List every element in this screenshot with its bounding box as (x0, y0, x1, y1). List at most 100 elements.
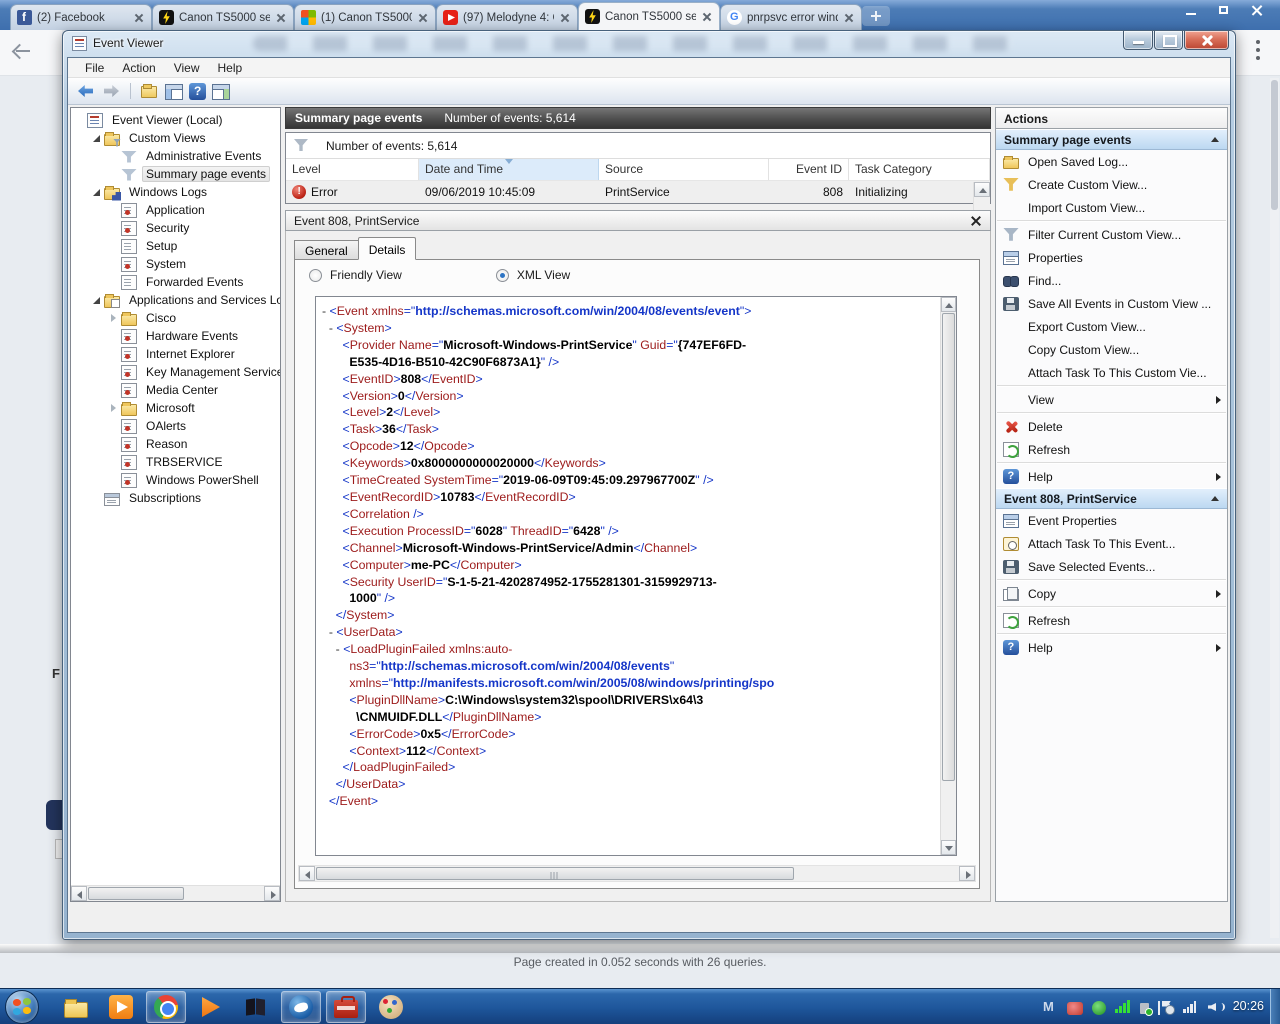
tab-close-icon[interactable] (843, 12, 855, 24)
xml-scrollbar-thumb[interactable] (942, 313, 955, 781)
browser-tab-2-facebook[interactable]: (2) Facebook (10, 4, 152, 30)
tree-item-windows-powershell[interactable]: Windows PowerShell (71, 471, 280, 489)
tree-item-windows-logs[interactable]: Windows Logs (71, 183, 280, 201)
window-titlebar[interactable]: Event Viewer (63, 31, 1235, 57)
page-scrollbar[interactable] (1270, 78, 1279, 938)
tray-flag-icon[interactable] (1158, 1001, 1174, 1015)
taskbar-wmp-icon[interactable] (101, 991, 141, 1023)
action-help[interactable]: Help (996, 465, 1227, 488)
tree-item-administrative-events[interactable]: Administrative Events (71, 147, 280, 165)
action-properties[interactable]: Properties (996, 246, 1227, 269)
help-toolbar-icon[interactable] (189, 83, 206, 100)
action-event-properties[interactable]: Event Properties (996, 509, 1227, 532)
action-import-custom-view[interactable]: Import Custom View... (996, 196, 1227, 219)
taskbar-play-icon[interactable] (191, 991, 231, 1023)
action-open-saved-log[interactable]: Open Saved Log... (996, 150, 1227, 173)
collapse-arrow-icon[interactable] (92, 187, 102, 197)
action-copy[interactable]: Copy (996, 582, 1227, 605)
tray-idm-icon[interactable] (1092, 1001, 1106, 1015)
tree-scrollbar-thumb[interactable] (88, 887, 184, 900)
tree-item-summary-page-events[interactable]: Summary page events (71, 165, 280, 183)
scroll-left-button[interactable] (71, 886, 87, 901)
show-desktop-button[interactable] (1270, 989, 1280, 1024)
column-header-level[interactable]: Level (286, 159, 419, 180)
event-detail-close-icon[interactable] (970, 215, 982, 227)
tree-item-trbservice[interactable]: TRBSERVICE (71, 453, 280, 471)
browser-tab-97-melodyne-4-clea[interactable]: (97) Melodyne 4: Clea (436, 4, 578, 30)
start-button[interactable] (5, 990, 39, 1024)
expand-arrow-icon[interactable] (109, 313, 119, 323)
taskbar-clock[interactable]: 20:26 (1233, 999, 1264, 1013)
browser-menu-icon[interactable] (1256, 40, 1260, 64)
action-attach-task-to-this-event[interactable]: Attach Task To This Event... (996, 532, 1227, 555)
taskbar-blueapp-icon[interactable] (281, 991, 321, 1023)
action-save-all-events-in-custom-view[interactable]: Save All Events in Custom View ... (996, 292, 1227, 315)
action-filter-current-custom-view[interactable]: Filter Current Custom View... (996, 223, 1227, 246)
page-scrollbar-thumb[interactable] (1271, 80, 1278, 210)
tray-red-icon[interactable] (1067, 1002, 1083, 1015)
export-toolbar-icon[interactable] (139, 81, 159, 101)
tree-item-media-center[interactable]: Media Center (71, 381, 280, 399)
tree-item-application[interactable]: Application (71, 201, 280, 219)
tree-item-oalerts[interactable]: OAlerts (71, 417, 280, 435)
action-find[interactable]: Find... (996, 269, 1227, 292)
action-view[interactable]: View (996, 388, 1227, 411)
back-toolbar-icon[interactable] (76, 81, 96, 101)
actions-section-summary-page-events[interactable]: Summary page events (996, 129, 1227, 150)
collapse-section-icon[interactable] (1211, 496, 1219, 501)
browser-maximize-button[interactable] (1208, 0, 1238, 20)
tab-close-icon[interactable] (275, 12, 287, 24)
taskbar-chrome-icon[interactable] (146, 991, 186, 1023)
tray-usb-icon[interactable] (1140, 1003, 1149, 1014)
action-create-custom-view[interactable]: Create Custom View... (996, 173, 1227, 196)
column-header-source[interactable]: Source (599, 159, 769, 180)
scroll-up-button[interactable] (974, 182, 990, 197)
menu-item-action[interactable]: Action (113, 59, 164, 77)
window-minimize-button[interactable] (1123, 31, 1153, 50)
taskbar-book-icon[interactable] (236, 991, 276, 1023)
browser-tab-pnrpsvc-error-window[interactable]: pnrpsvc error window (720, 4, 862, 30)
action-refresh[interactable]: Refresh (996, 438, 1227, 461)
tray-sig-icon[interactable] (1115, 999, 1131, 1015)
details-scrollbar-thumb[interactable] (316, 867, 794, 880)
action-help[interactable]: Help (996, 636, 1227, 659)
action-refresh[interactable]: Refresh (996, 609, 1227, 632)
action-save-selected-events[interactable]: Save Selected Events... (996, 555, 1227, 578)
menu-item-help[interactable]: Help (209, 59, 252, 77)
scroll-up-button[interactable] (941, 297, 956, 312)
tree-item-applications-and-services-logs[interactable]: Applications and Services Logs (71, 291, 280, 309)
scroll-left-button[interactable] (299, 866, 315, 881)
radio-xml-view[interactable] (496, 269, 509, 282)
tree-item-key-management-service[interactable]: Key Management Service (71, 363, 280, 381)
tab-details[interactable]: Details (358, 237, 417, 260)
details-horizontal-scrollbar[interactable] (298, 865, 976, 882)
action-pane-toolbar-icon[interactable] (212, 84, 230, 100)
xml-vertical-scrollbar[interactable] (940, 297, 956, 855)
tree-item-subscriptions[interactable]: Subscriptions (71, 489, 280, 507)
tray-mb-icon[interactable] (1042, 999, 1058, 1015)
tree-item-system[interactable]: System (71, 255, 280, 273)
tab-close-icon[interactable] (133, 12, 145, 24)
collapse-section-icon[interactable] (1211, 137, 1219, 142)
new-tab-button[interactable] (862, 6, 890, 26)
column-header-event-id[interactable]: Event ID (769, 159, 849, 180)
tree-item-forwarded-events[interactable]: Forwarded Events (71, 273, 280, 291)
column-header-task-category[interactable]: Task Category (849, 159, 990, 180)
taskbar-toolbox-icon[interactable] (326, 991, 366, 1023)
tree-item-setup[interactable]: Setup (71, 237, 280, 255)
tree-horizontal-scrollbar[interactable] (71, 885, 280, 901)
action-delete[interactable]: Delete (996, 415, 1227, 438)
expand-arrow-icon[interactable] (109, 403, 119, 413)
scroll-right-button[interactable] (959, 866, 975, 881)
menu-item-file[interactable]: File (76, 59, 113, 77)
browser-tab-canon-ts5000-series[interactable]: Canon TS5000 series (152, 4, 294, 30)
scroll-right-button[interactable] (264, 886, 280, 901)
tree-item-microsoft[interactable]: Microsoft (71, 399, 280, 417)
menu-item-view[interactable]: View (165, 59, 209, 77)
tab-general[interactable]: General (294, 240, 359, 260)
tree-item-hardware-events[interactable]: Hardware Events (71, 327, 280, 345)
tab-close-icon[interactable] (417, 12, 429, 24)
browser-minimize-button[interactable] (1176, 0, 1206, 20)
action-attach-task-to-this-custom-vie[interactable]: Attach Task To This Custom Vie... (996, 361, 1227, 384)
action-export-custom-view[interactable]: Export Custom View... (996, 315, 1227, 338)
